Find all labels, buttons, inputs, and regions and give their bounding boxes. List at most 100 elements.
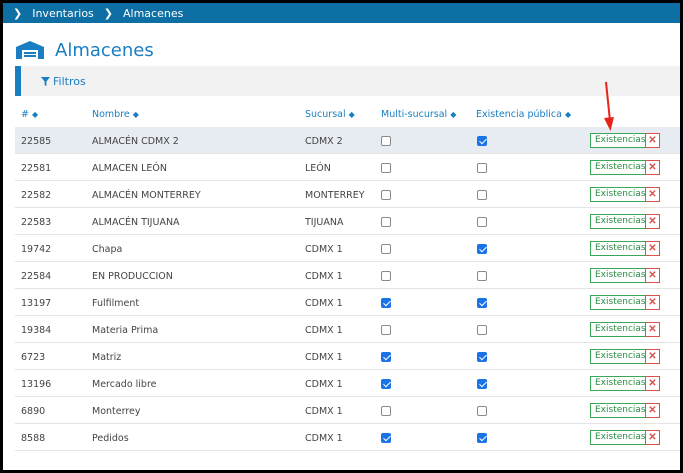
public-stock-checkbox[interactable] xyxy=(477,298,487,308)
multi-branch-checkbox[interactable] xyxy=(381,136,391,146)
cell-branch: CDMX 1 xyxy=(305,352,343,363)
cell-name: ALMACÉN MONTERREY xyxy=(92,190,201,201)
cell-name: Materia Prima xyxy=(92,325,159,336)
delete-button[interactable]: ✕ xyxy=(645,403,660,418)
breadcrumb-item-inventarios[interactable]: Inventarios xyxy=(32,7,94,20)
delete-button[interactable]: ✕ xyxy=(645,133,660,148)
close-icon: ✕ xyxy=(648,134,657,146)
column-header-name[interactable]: Nombre ◆ xyxy=(92,109,139,120)
existencias-button[interactable]: Existencias xyxy=(590,430,651,445)
chevron-right-icon: ❯ xyxy=(103,6,113,20)
existencias-button[interactable]: Existencias xyxy=(590,295,651,310)
table-row[interactable]: 6890 Monterrey CDMX 1 Existencias ✕ xyxy=(15,397,680,424)
table-row[interactable]: 8588 Pedidos CDMX 1 Existencias ✕ xyxy=(15,424,680,451)
existencias-button[interactable]: Existencias xyxy=(590,241,651,256)
warehouse-table: 22585 ALMACÉN CDMX 2 CDMX 2 Existencias ✕ 225… xyxy=(15,127,680,451)
multi-branch-checkbox[interactable] xyxy=(381,217,391,227)
existencias-button[interactable]: Existencias xyxy=(590,376,651,391)
existencias-button[interactable]: Existencias xyxy=(590,349,651,364)
multi-branch-checkbox[interactable] xyxy=(381,433,391,443)
public-stock-checkbox[interactable] xyxy=(477,244,487,254)
multi-branch-checkbox[interactable] xyxy=(381,325,391,335)
column-header-id[interactable]: # ◆ xyxy=(21,109,38,120)
public-stock-checkbox[interactable] xyxy=(477,190,487,200)
delete-button[interactable]: ✕ xyxy=(645,349,660,364)
public-stock-checkbox[interactable] xyxy=(477,433,487,443)
close-icon: ✕ xyxy=(648,215,657,227)
cell-name: Mercado libre xyxy=(92,379,157,390)
column-header-multi[interactable]: Multi-sucursal ◆ xyxy=(381,109,456,120)
table-row[interactable]: 19742 Chapa CDMX 1 Existencias ✕ xyxy=(15,235,680,262)
existencias-button[interactable]: Existencias xyxy=(590,403,651,418)
cell-name: Pedidos xyxy=(92,433,129,444)
cell-branch: CDMX 1 xyxy=(305,433,343,444)
existencias-button[interactable]: Existencias xyxy=(590,268,651,283)
multi-branch-checkbox[interactable] xyxy=(381,271,391,281)
sort-icon: ◆ xyxy=(132,110,139,119)
public-stock-checkbox[interactable] xyxy=(477,325,487,335)
multi-branch-checkbox[interactable] xyxy=(381,163,391,173)
filter-icon xyxy=(41,76,50,86)
delete-button[interactable]: ✕ xyxy=(645,214,660,229)
existencias-button[interactable]: Existencias xyxy=(590,160,651,175)
cell-id: 22585 xyxy=(21,136,52,147)
multi-branch-checkbox[interactable] xyxy=(381,244,391,254)
table-row[interactable]: 22583 ALMACÉN TIJUANA TIJUANA Existencias ✕ xyxy=(15,208,680,235)
table-row[interactable]: 22585 ALMACÉN CDMX 2 CDMX 2 Existencias ✕ xyxy=(15,127,680,154)
existencias-button[interactable]: Existencias xyxy=(590,322,651,337)
multi-branch-checkbox[interactable] xyxy=(381,406,391,416)
existencias-button[interactable]: Existencias xyxy=(590,187,651,202)
multi-branch-checkbox[interactable] xyxy=(381,352,391,362)
delete-button[interactable]: ✕ xyxy=(645,187,660,202)
cell-id: 22582 xyxy=(21,190,52,201)
existencias-button[interactable]: Existencias xyxy=(590,214,651,229)
multi-branch-checkbox[interactable] xyxy=(381,190,391,200)
cell-branch: CDMX 1 xyxy=(305,244,343,255)
delete-button[interactable]: ✕ xyxy=(645,430,660,445)
cell-branch: LEÓN xyxy=(305,163,331,174)
column-header-branch[interactable]: Sucursal ◆ xyxy=(305,109,355,120)
cell-branch: MONTERREY xyxy=(305,190,365,201)
multi-branch-checkbox[interactable] xyxy=(381,298,391,308)
delete-button[interactable]: ✕ xyxy=(645,295,660,310)
cell-id: 22583 xyxy=(21,217,52,228)
delete-button[interactable]: ✕ xyxy=(645,241,660,256)
public-stock-checkbox[interactable] xyxy=(477,406,487,416)
table-row[interactable]: 22581 ALMACEN LEÓN LEÓN Existencias ✕ xyxy=(15,154,680,181)
cell-name: ALMACÉN TIJUANA xyxy=(92,217,180,228)
cell-branch: CDMX 1 xyxy=(305,379,343,390)
public-stock-checkbox[interactable] xyxy=(477,271,487,281)
table-row[interactable]: 22582 ALMACÉN MONTERREY MONTERREY Existenci… xyxy=(15,181,680,208)
public-stock-checkbox[interactable] xyxy=(477,352,487,362)
column-header-branch-label: Sucursal xyxy=(305,109,346,120)
existencias-button[interactable]: Existencias xyxy=(590,133,651,148)
close-icon: ✕ xyxy=(648,269,657,281)
table-row[interactable]: 6723 Matriz CDMX 1 Existencias ✕ xyxy=(15,343,680,370)
cell-name: EN PRODUCCION xyxy=(92,271,173,282)
multi-branch-checkbox[interactable] xyxy=(381,379,391,389)
table-row[interactable]: 19384 Materia Prima CDMX 1 Existencias ✕ xyxy=(15,316,680,343)
public-stock-checkbox[interactable] xyxy=(477,163,487,173)
sort-icon: ◆ xyxy=(32,110,39,119)
filter-toggle[interactable]: Filtros xyxy=(41,75,86,88)
public-stock-checkbox[interactable] xyxy=(477,136,487,146)
cell-id: 8588 xyxy=(21,433,46,444)
close-icon: ✕ xyxy=(648,188,657,200)
cell-id: 13197 xyxy=(21,298,52,309)
column-header-public[interactable]: Existencia pública ◆ xyxy=(476,109,571,120)
sort-icon: ◆ xyxy=(564,110,572,119)
delete-button[interactable]: ✕ xyxy=(645,322,660,337)
table-row[interactable]: 13197 Fulfilment CDMX 1 Existencias ✕ xyxy=(15,289,680,316)
cell-name: Monterrey xyxy=(92,406,141,417)
public-stock-checkbox[interactable] xyxy=(477,379,487,389)
close-icon: ✕ xyxy=(648,296,657,308)
cell-id: 13196 xyxy=(21,379,52,390)
table-header: # ◆ Nombre ◆ Sucursal ◆ Multi-sucursal ◆… xyxy=(15,103,680,127)
delete-button[interactable]: ✕ xyxy=(645,268,660,283)
delete-button[interactable]: ✕ xyxy=(645,376,660,391)
delete-button[interactable]: ✕ xyxy=(645,160,660,175)
public-stock-checkbox[interactable] xyxy=(477,217,487,227)
table-row[interactable]: 13196 Mercado libre CDMX 1 Existencias ✕ xyxy=(15,370,680,397)
cell-id: 22584 xyxy=(21,271,52,282)
table-row[interactable]: 22584 EN PRODUCCION CDMX 1 Existencias ✕ xyxy=(15,262,680,289)
